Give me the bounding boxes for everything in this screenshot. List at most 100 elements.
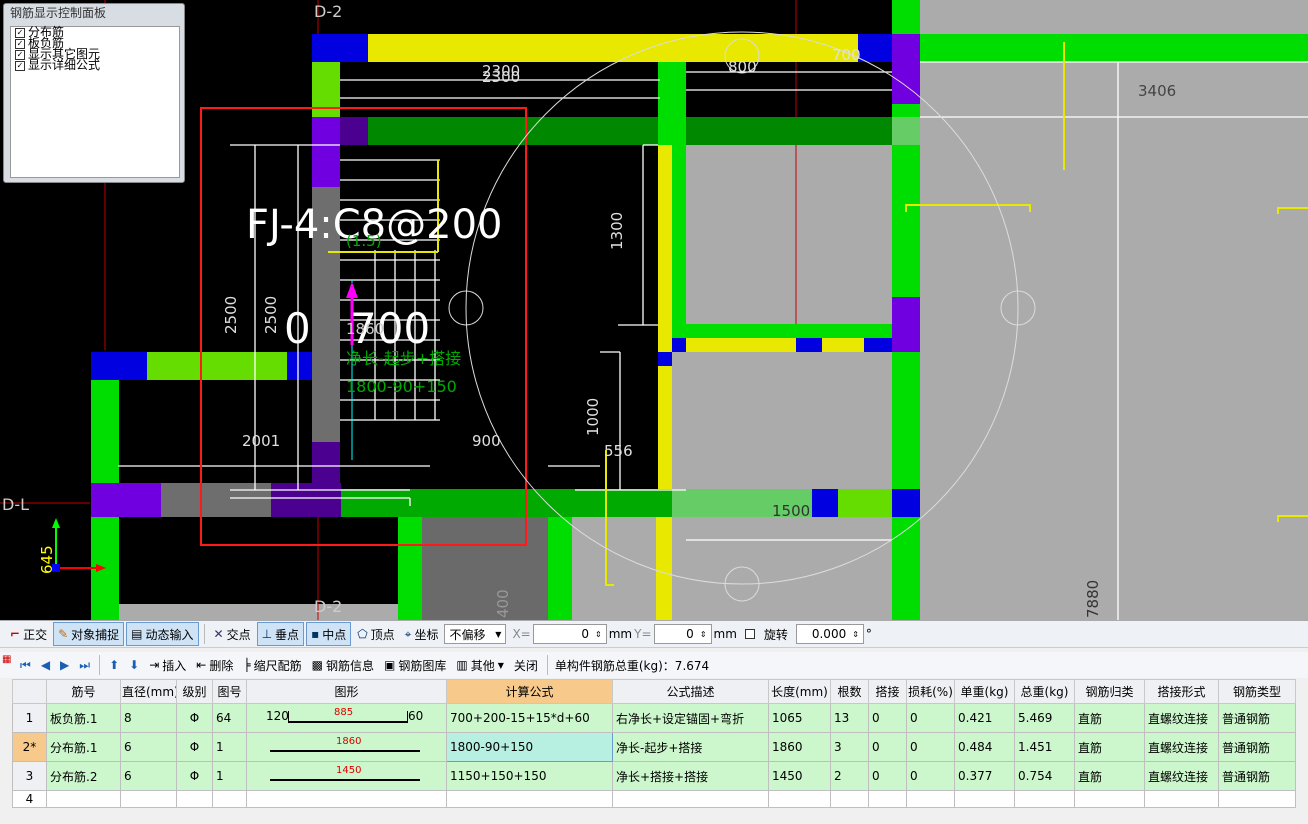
col-header[interactable]: 公式描述	[612, 679, 769, 704]
cad-canvas[interactable]: D-2 D-L D-2 FJ-4:C8@200 (1.5) 0 700 1860…	[0, 0, 1308, 620]
col-header[interactable]: 总重(kg)	[1014, 679, 1075, 704]
checkbox-checked-icon[interactable]: ✓	[15, 49, 25, 60]
col-header[interactable]: 钢筋归类	[1074, 679, 1145, 704]
dynamic-input-button[interactable]: ▤ 动态输入	[126, 622, 199, 646]
cell-shape[interactable]: 1450	[246, 761, 447, 791]
object-snap-button[interactable]: ✎ 对象捕捉	[53, 622, 125, 646]
intersection-snap-button[interactable]: ✕ 交点	[210, 623, 255, 645]
cell-lap-type[interactable]	[1144, 790, 1219, 808]
col-header[interactable]: 搭接	[868, 679, 907, 704]
delete-button[interactable]: ⇤ 删除	[192, 654, 237, 676]
row-number[interactable]: 4	[12, 790, 47, 808]
table-row[interactable]: 3 分布筋.2 6 Φ 1 1450 1150+150+150 净长+搭接+搭接…	[12, 761, 1296, 791]
coordinate-snap-button[interactable]: ⌖ 坐标	[401, 623, 443, 645]
cell-count[interactable]: 13	[830, 703, 869, 733]
cell-formula[interactable]	[446, 790, 613, 808]
cell-loss[interactable]: 0	[906, 761, 955, 791]
cell-total-weight[interactable]	[1014, 790, 1075, 808]
cell-loss[interactable]: 0	[906, 703, 955, 733]
cell-figure-no[interactable]: 64	[212, 703, 247, 733]
scale-rebar-button[interactable]: ╞ 缩尺配筋	[239, 654, 305, 676]
rebar-library-button[interactable]: ▣ 钢筋图库	[380, 654, 450, 676]
cell-grade[interactable]: Φ	[176, 732, 213, 762]
col-header[interactable]: 损耗(%)	[906, 679, 955, 704]
cell-formula[interactable]: 1150+150+150	[446, 761, 613, 791]
cell-total-weight[interactable]: 5.469	[1014, 703, 1075, 733]
cell-grade[interactable]: Φ	[176, 761, 213, 791]
offset-mode-select[interactable]: 不偏移 ▼	[444, 624, 507, 644]
midpoint-snap-button[interactable]: ▪ 中点	[306, 622, 352, 646]
cell-lap-type[interactable]: 直螺纹连接	[1144, 761, 1219, 791]
cell-bar-name[interactable]	[46, 790, 121, 808]
col-header[interactable]: 长度(mm)	[768, 679, 831, 704]
cell-rebar-type[interactable]: 普通钢筋	[1218, 761, 1296, 791]
next-record-button[interactable]: ▶	[56, 654, 73, 676]
cell-unit-weight[interactable]: 0.377	[954, 761, 1015, 791]
rotate-checkbox[interactable]	[744, 629, 755, 639]
cell-lap-type[interactable]: 直螺纹连接	[1144, 732, 1219, 762]
cell-total-weight[interactable]: 1.451	[1014, 732, 1075, 762]
rotate-input[interactable]: 0.000 ⇕	[795, 624, 864, 644]
table-row-selected[interactable]: 2* 分布筋.1 6 Φ 1 1860 1800-90+150 净长-起步+搭接…	[12, 732, 1296, 762]
cell-figure-no[interactable]	[212, 790, 247, 808]
cell-formula-desc[interactable]: 净长-起步+搭接	[612, 732, 769, 762]
cell-lap[interactable]: 0	[868, 703, 907, 733]
col-header[interactable]: 图号	[212, 679, 247, 704]
close-button[interactable]: 关闭	[510, 654, 542, 676]
cell-unit-weight[interactable]	[954, 790, 1015, 808]
cell-class[interactable]: 直筋	[1074, 761, 1145, 791]
checkbox-checked-icon[interactable]: ✓	[15, 60, 25, 71]
spinner-icon[interactable]: ⇕	[852, 630, 859, 639]
cell-loss[interactable]	[906, 790, 955, 808]
spinner-icon[interactable]: ⇕	[700, 630, 707, 639]
prev-record-button[interactable]: ◀	[37, 654, 54, 676]
rebar-info-button[interactable]: ▩ 钢筋信息	[308, 654, 378, 676]
option-show-formula[interactable]: ✓ 显示详细公式	[11, 59, 179, 71]
move-up-button[interactable]: ⬆	[105, 654, 123, 676]
cell-rebar-type[interactable]	[1218, 790, 1296, 808]
col-header[interactable]: 搭接形式	[1144, 679, 1219, 704]
cell-bar-name[interactable]: 分布筋.2	[46, 761, 121, 791]
cell-lap-type[interactable]: 直螺纹连接	[1144, 703, 1219, 733]
rebar-display-panel[interactable]: 钢筋显示控制面板 ✓ 分布筋 ✓ 板负筋 ✓ 显示其它图元 ✓ 显示详细公式	[3, 3, 185, 183]
ortho-button[interactable]: ⌐ 正交	[6, 623, 51, 645]
cell-diameter[interactable]: 8	[120, 703, 177, 733]
cell-formula-desc[interactable]: 净长+搭接+搭接	[612, 761, 769, 791]
row-number[interactable]: 2*	[12, 732, 47, 762]
cell-lap[interactable]	[868, 790, 907, 808]
cell-formula[interactable]: 1800-90+150	[446, 732, 613, 762]
cell-lap[interactable]: 0	[868, 732, 907, 762]
cell-diameter[interactable]: 6	[120, 732, 177, 762]
cell-bar-name[interactable]: 板负筋.1	[46, 703, 121, 733]
cell-count[interactable]: 3	[830, 732, 869, 762]
cell-length[interactable]: 1065	[768, 703, 831, 733]
x-input[interactable]: 0 ⇕	[532, 624, 607, 644]
checkbox-checked-icon[interactable]: ✓	[15, 38, 25, 49]
col-header[interactable]: 图形	[246, 679, 447, 704]
last-record-button[interactable]: ⏭	[75, 654, 94, 676]
cell-bar-name[interactable]: 分布筋.1	[46, 732, 121, 762]
cell-class[interactable]: 直筋	[1074, 703, 1145, 733]
col-header[interactable]: 钢筋类型	[1218, 679, 1296, 704]
cell-unit-weight[interactable]: 0.421	[954, 703, 1015, 733]
cell-length[interactable]	[768, 790, 831, 808]
row-number[interactable]: 1	[12, 703, 47, 733]
insert-button[interactable]: ⇥ 插入	[145, 654, 190, 676]
cell-length[interactable]: 1860	[768, 732, 831, 762]
col-header[interactable]: 直径(mm)	[120, 679, 177, 704]
col-header[interactable]: 根数	[830, 679, 869, 704]
cell-rebar-type[interactable]: 普通钢筋	[1218, 703, 1296, 733]
cell-rebar-type[interactable]: 普通钢筋	[1218, 732, 1296, 762]
first-record-button[interactable]: ⏮	[16, 654, 35, 676]
cell-formula[interactable]: 700+200-15+15*d+60	[446, 703, 613, 733]
other-menu-button[interactable]: ▥ 其他 ▼	[452, 654, 508, 676]
cell-total-weight[interactable]: 0.754	[1014, 761, 1075, 791]
cell-shape[interactable]: 120 885 60	[246, 703, 447, 733]
col-header[interactable]: 级别	[176, 679, 213, 704]
perpendicular-snap-button[interactable]: ⊥ 垂点	[256, 622, 305, 646]
cell-grade[interactable]: Φ	[176, 703, 213, 733]
table-row[interactable]: 1 板负筋.1 8 Φ 64 120 885 60 700+200-15+15*…	[12, 703, 1296, 733]
cell-length[interactable]: 1450	[768, 761, 831, 791]
col-header[interactable]: 筋号	[46, 679, 121, 704]
spinner-icon[interactable]: ⇕	[595, 630, 602, 639]
